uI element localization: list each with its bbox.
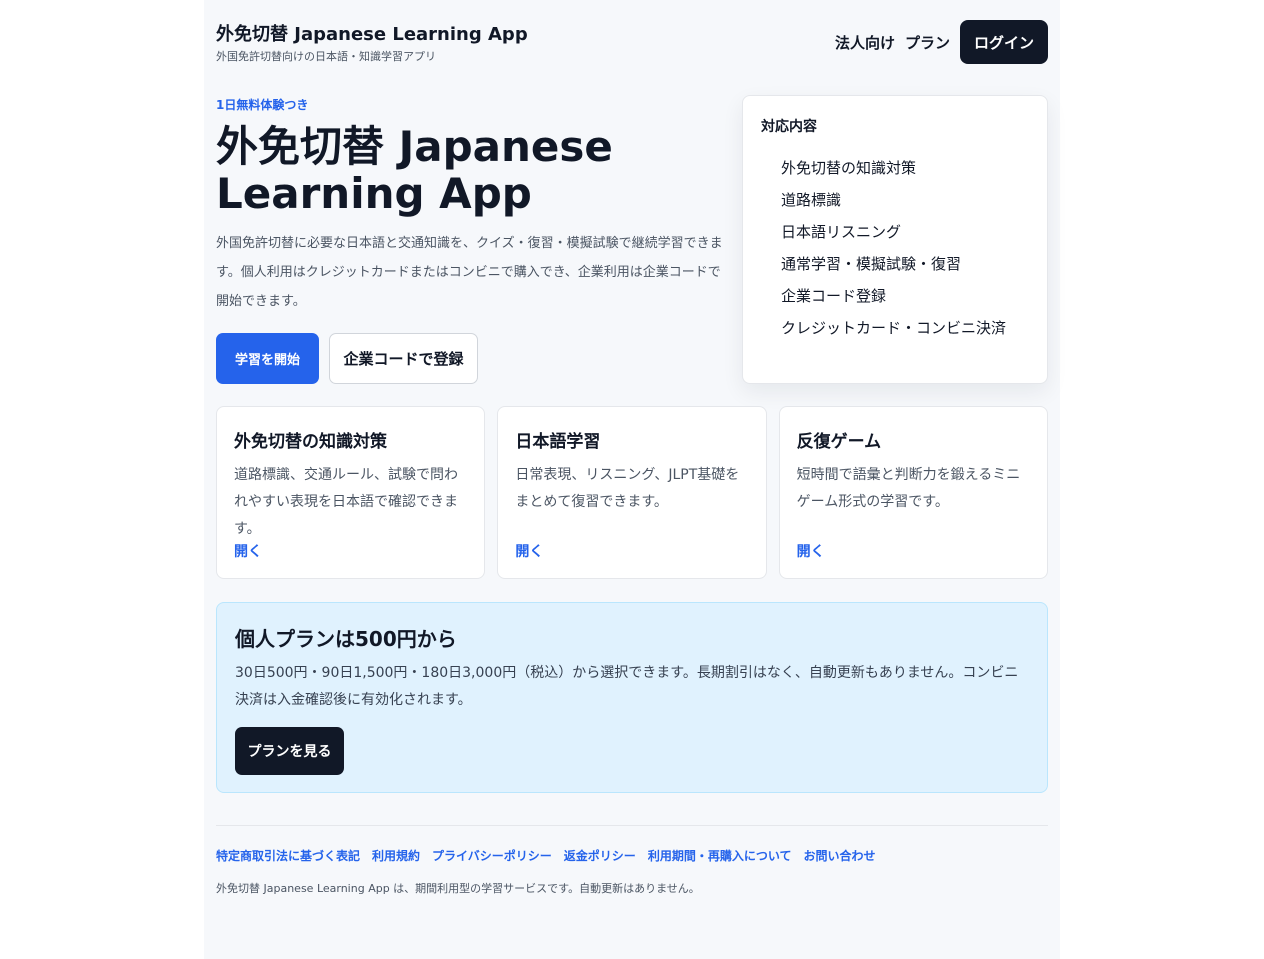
card-description: 道路標識、交通ルール、試験で問われやすい表現を日本語で確認できます。 bbox=[234, 467, 458, 537]
footer-links: 特定商取引法に基づく表記 利用規約 プライバシーポリシー 返金ポリシー 利用期間… bbox=[216, 847, 875, 864]
card-description: 日常表現、リスニング、JLPT基礎をまとめて復習できます。 bbox=[515, 467, 740, 510]
footer-link-privacy[interactable]: プライバシーポリシー bbox=[432, 847, 552, 864]
footer-link-usage-period[interactable]: 利用期間・再購入について bbox=[648, 847, 792, 864]
footer-link-contact[interactable]: お問い合わせ bbox=[803, 847, 875, 864]
company-code-register-button[interactable]: 企業コードで登録 bbox=[329, 333, 478, 384]
card-open-link[interactable]: 開く bbox=[234, 541, 262, 561]
coverage-item: 外免切替の知識対策 bbox=[781, 159, 917, 177]
brand-subtitle: 外国免許切替向けの日本語・知識学習アプリ bbox=[216, 50, 436, 63]
coverage-item: 日本語リスニング bbox=[781, 223, 902, 241]
brand-title[interactable]: 外免切替 Japanese Learning App bbox=[216, 20, 528, 46]
site-header: 外免切替 Japanese Learning App 外国免許切替向けの日本語・… bbox=[216, 20, 1048, 66]
coverage-panel: 対応内容 外免切替の知識対策 道路標識 日本語リスニング 通常学習・模擬試験・復… bbox=[742, 95, 1048, 384]
hero-description: 外国免許切替に必要な日本語と交通知識を、クイズ・復習・模擬試験で継続学習できます… bbox=[216, 236, 723, 309]
card-title: 外免切替の知識対策 bbox=[234, 432, 387, 452]
footer-link-commerce-law[interactable]: 特定商取引法に基づく表記 bbox=[216, 847, 360, 864]
free-trial-badge: 1日無料体験つき bbox=[216, 98, 309, 112]
card-open-link[interactable]: 開く bbox=[797, 541, 825, 561]
card-open-link[interactable]: 開く bbox=[515, 541, 543, 561]
coverage-list: 外免切替の知識対策 道路標識 日本語リスニング 通常学習・模擬試験・復習 企業コ… bbox=[761, 152, 1029, 344]
card-title: 反復ゲーム bbox=[796, 432, 882, 452]
hero-title: 外免切替 Japanese Learning App bbox=[216, 122, 613, 218]
card-title: 日本語学習 bbox=[515, 432, 601, 452]
footer-note: 外免切替 Japanese Learning App は、期間利用型の学習サービ… bbox=[216, 882, 700, 895]
view-plans-button[interactable]: プランを見る bbox=[235, 727, 344, 775]
plan-description: 30日500円・90日1,500円・180日3,000円（税込）から選択できます… bbox=[235, 665, 1019, 708]
feature-card-knowledge: 外免切替の知識対策 道路標識、交通ルール、試験で問われやすい表現を日本語で確認で… bbox=[216, 406, 486, 579]
coverage-title: 対応内容 bbox=[761, 119, 817, 135]
start-learning-button[interactable]: 学習を開始 bbox=[216, 333, 319, 384]
feature-cards: 外免切替の知識対策 道路標識、交通ルール、試験で問われやすい表現を日本語で確認で… bbox=[216, 406, 1048, 579]
coverage-item: 通常学習・模擬試験・復習 bbox=[781, 255, 962, 273]
card-description: 短時間で語彙と判断力を鍛えるミニゲーム形式の学習です。 bbox=[796, 467, 1021, 510]
nav-plans-link[interactable]: プラン bbox=[905, 32, 950, 53]
footer-divider bbox=[216, 825, 1048, 826]
top-nav: 法人向け プラン ログイン bbox=[835, 20, 1048, 64]
footer-link-refund[interactable]: 返金ポリシー bbox=[564, 847, 636, 864]
page: 外免切替 Japanese Learning App 外国免許切替向けの日本語・… bbox=[204, 0, 1060, 959]
footer-link-terms[interactable]: 利用規約 bbox=[372, 847, 420, 864]
login-button[interactable]: ログイン bbox=[959, 20, 1048, 64]
coverage-item: 道路標識 bbox=[781, 191, 842, 209]
coverage-item: クレジットカード・コンビニ決済 bbox=[781, 319, 1007, 337]
feature-card-game: 反復ゲーム 短時間で語彙と判断力を鍛えるミニゲーム形式の学習です。 開く bbox=[778, 406, 1048, 579]
nav-business-link[interactable]: 法人向け bbox=[835, 32, 895, 53]
hero-section: 1日無料体験つき 外免切替 Japanese Learning App 外国免許… bbox=[216, 96, 728, 384]
coverage-item: 企業コード登録 bbox=[781, 287, 887, 305]
hero-actions: 学習を開始 企業コードで登録 bbox=[216, 333, 478, 384]
plan-title: 個人プランは500円から bbox=[235, 627, 457, 651]
plan-banner: 個人プランは500円から 30日500円・90日1,500円・180日3,000… bbox=[216, 602, 1048, 793]
feature-card-japanese: 日本語学習 日常表現、リスニング、JLPT基礎をまとめて復習できます。 開く bbox=[497, 406, 767, 579]
